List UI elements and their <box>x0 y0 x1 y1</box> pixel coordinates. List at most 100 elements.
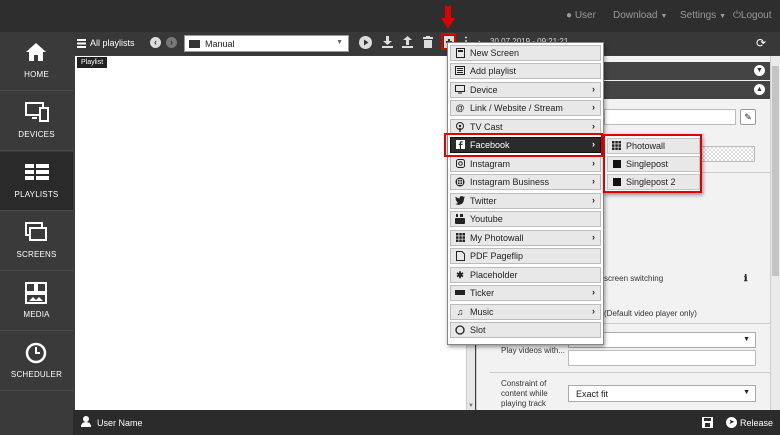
sidebar-item-screens[interactable]: SCREENS <box>0 212 73 271</box>
sidebar-item-scheduler[interactable]: SCHEDULER <box>0 332 73 391</box>
chevron-right-icon: › <box>592 157 595 168</box>
placeholder-icon: ✱ <box>456 269 464 280</box>
power-icon: ⏻ <box>733 10 741 21</box>
instagram-icon <box>455 158 465 169</box>
screens-icon <box>25 222 47 241</box>
new-screen-icon <box>455 48 465 58</box>
sidebar-item-media[interactable]: MEDIA <box>0 272 73 331</box>
pdf-icon <box>455 251 465 261</box>
menu-item-instagram-business[interactable]: Instagram Business › <box>450 174 601 190</box>
menu-item-slot[interactable]: Slot <box>450 322 601 338</box>
scrollbar-thumb[interactable] <box>772 66 779 276</box>
forward-arrow-icon[interactable]: › <box>166 37 177 48</box>
chevron-down-icon: ▼ <box>743 336 750 343</box>
chevron-down-icon: ▼ <box>743 389 750 396</box>
playlist-canvas[interactable] <box>75 56 466 410</box>
chevron-right-icon: › <box>592 231 595 242</box>
at-icon: @ <box>455 103 465 113</box>
menu-item-my-photowall[interactable]: My Photowall › <box>450 229 601 246</box>
playlist-select[interactable]: Manual ▼ <box>184 35 349 52</box>
edit-pencil-icon[interactable]: ✎ <box>740 109 756 125</box>
menu-item-new-screen[interactable]: New Screen <box>450 45 601 61</box>
menu-item-twitter[interactable]: Twitter › <box>450 192 601 209</box>
screen-switching-label: screen switching <box>604 274 664 283</box>
info-icon[interactable]: ℹ <box>744 273 747 284</box>
menu-item-music[interactable]: ♫ Music › <box>450 303 601 320</box>
slot-icon <box>455 325 465 335</box>
square-icon <box>613 178 621 186</box>
music-icon: ♫ <box>456 306 464 317</box>
release-button[interactable]: Release <box>740 418 773 428</box>
download-menu[interactable]: Download ▼ <box>613 10 667 21</box>
submenu-item-singlepost[interactable]: Singlepost <box>607 156 700 172</box>
back-arrow-icon[interactable]: ‹ <box>150 37 161 48</box>
menu-item-youtube[interactable]: Youtube <box>450 211 601 227</box>
constraint-label-line2: content while <box>501 389 548 398</box>
constraint-label-line3: playing track <box>501 399 546 408</box>
chevron-right-icon: › <box>592 176 595 186</box>
chevron-right-icon: › <box>592 83 595 94</box>
instagram-business-icon <box>455 177 465 187</box>
playlist-icon <box>455 66 465 76</box>
all-playlists-title[interactable]: All playlists <box>90 38 135 48</box>
media-icon <box>25 282 47 304</box>
chevron-right-icon: › <box>592 120 595 131</box>
submenu-item-singlepost-2[interactable]: Singlepost 2 <box>607 174 700 190</box>
play-videos-label: Play videos with... <box>501 346 566 355</box>
chevron-right-icon: › <box>592 305 595 316</box>
refresh-icon[interactable]: ⟳ <box>756 36 766 50</box>
user-icon: ● <box>566 10 573 21</box>
scroll-down-icon[interactable]: ▼ <box>468 403 474 409</box>
red-arrow-annotation-icon <box>441 6 455 29</box>
chevron-right-icon: › <box>592 102 595 112</box>
save-icon[interactable] <box>702 417 713 428</box>
menu-item-link[interactable]: @ Link / Website / Stream › <box>450 100 601 116</box>
menu-item-instagram[interactable]: Instagram › <box>450 155 601 172</box>
chevron-right-icon: › <box>592 194 595 205</box>
scheduler-icon <box>25 342 47 364</box>
menu-item-device[interactable]: Device › <box>450 81 601 98</box>
chevron-right-icon: › <box>592 287 595 297</box>
list-icon <box>77 39 86 51</box>
sidebar-item-devices[interactable]: DEVICES <box>0 92 73 151</box>
play-videos-field[interactable] <box>568 350 756 366</box>
add-content-menu: New Screen Add playlist Device › @ Link … <box>447 42 604 345</box>
logout-link[interactable]: ⏻Logout <box>733 10 772 21</box>
settings-menu[interactable]: Settings ▼ <box>680 10 726 21</box>
menu-item-placeholder[interactable]: ✱ Placeholder <box>450 266 601 283</box>
playlist-tag: Playlist <box>77 57 108 68</box>
youtube-icon <box>455 214 465 224</box>
chevron-down-icon: ▼ <box>336 39 343 46</box>
home-icon <box>26 43 46 61</box>
chevron-up-icon[interactable]: ▲ <box>754 84 765 95</box>
constraint-select[interactable]: Exact fit ▼ <box>568 385 756 402</box>
release-arrow-icon[interactable]: ➤ <box>726 417 737 428</box>
submenu-item-photowall[interactable]: Photowall <box>607 138 700 154</box>
device-icon <box>455 84 465 95</box>
user-name: User Name <box>97 418 143 428</box>
twitter-icon <box>455 195 465 206</box>
chevron-down-icon[interactable]: ▼ <box>754 65 765 76</box>
menu-item-add-playlist[interactable]: Add playlist <box>450 63 601 79</box>
sidebar-item-home[interactable]: HOME <box>0 32 73 91</box>
color-field[interactable] <box>700 146 755 162</box>
play-icon[interactable] <box>359 36 372 52</box>
panel-scrollbar[interactable] <box>770 56 780 410</box>
name-field[interactable] <box>604 109 736 125</box>
playlists-icon <box>25 164 49 180</box>
facebook-highlight-box <box>444 133 603 157</box>
download-icon[interactable] <box>382 36 393 51</box>
default-video-label: (Default video player only) <box>604 309 697 318</box>
facebook-submenu: Photowall Singlepost Singlepost 2 <box>603 134 702 193</box>
upload-icon[interactable] <box>402 36 413 51</box>
bottom-bar <box>73 410 780 435</box>
menu-item-ticker[interactable]: Ticker › <box>450 285 601 301</box>
sidebar-item-playlists[interactable]: PLAYLISTS <box>0 152 73 211</box>
caret-down-icon: ▼ <box>719 13 727 20</box>
playlist-select-icon <box>189 40 200 48</box>
trash-icon[interactable] <box>423 36 433 51</box>
constraint-label-line1: Constraint of <box>501 379 547 388</box>
ticker-icon <box>455 288 465 298</box>
menu-item-pdf-pageflip[interactable]: PDF Pageflip <box>450 248 601 264</box>
user-menu[interactable]: ● User <box>566 10 596 21</box>
